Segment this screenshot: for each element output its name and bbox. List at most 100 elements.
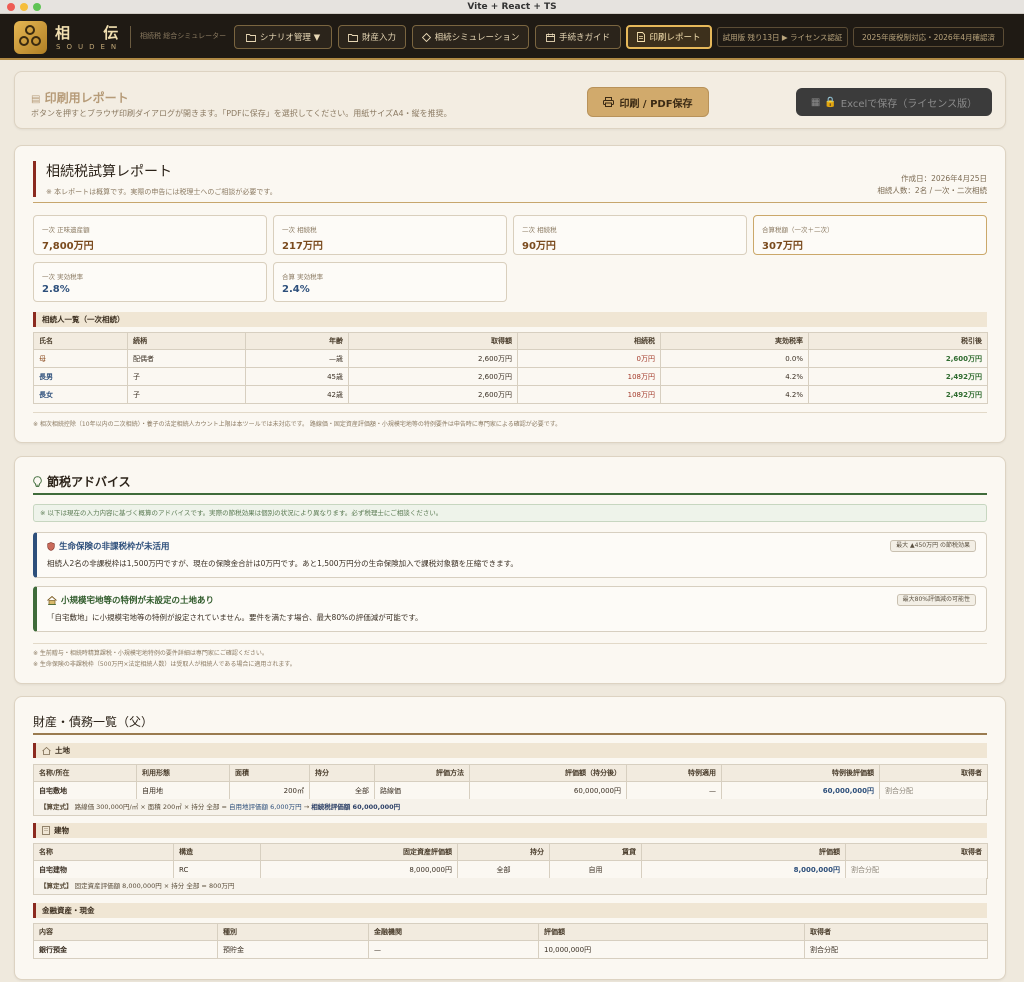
cell: 108万円: [517, 385, 661, 404]
maximize-window-button[interactable]: [33, 3, 41, 11]
lightbulb-icon: [33, 475, 42, 488]
cell: 10,000,000円: [538, 940, 805, 959]
cell: RC: [173, 860, 261, 879]
col-header: 氏名: [33, 332, 128, 350]
cell: 8,000,000円: [641, 860, 846, 879]
cell: 0万円: [517, 349, 661, 368]
nav-scenario-label: シナリオ管理 ▼: [259, 33, 321, 43]
land-table: 名称/所在 利用形態 面積 持分 評価方法 評価額（持分後） 特例適用 特例後評…: [33, 764, 988, 800]
cell: 2,600万円: [348, 367, 518, 386]
advice-footnote-1: ※ 生前贈与・相続時精算課税・小規模宅地特例の要件詳細は専門家にご確認ください。: [33, 650, 268, 657]
spreadsheet-icon: ▦: [810, 96, 821, 108]
assets-title: 財産・債務一覧（父）: [33, 715, 154, 729]
excel-save-button[interactable]: ▦ 🔒 Excelで保存（ライセンス版）: [796, 88, 992, 116]
kpi-value: 2.4%: [282, 284, 310, 295]
calc-prefix: 【算定式】: [40, 803, 73, 811]
cell: 割合分配: [879, 781, 988, 800]
advice-title: 節税アドバイス: [47, 475, 131, 489]
heirs-table: 氏名 続柄 年齢 取得額 相続税 実効税率 税引後 母 配偶者 —歳 2,600…: [33, 332, 988, 404]
col-header: 特例適用: [626, 764, 722, 782]
calc-final: 相続税評価額 60,000,000円: [311, 803, 401, 811]
col-header: 種別: [217, 923, 369, 941]
col-header: 続柄: [127, 332, 246, 350]
print-pdf-label: 印刷 / PDF保存: [619, 98, 693, 110]
cell: 2,600万円: [348, 385, 518, 404]
kpi-label: 一次 相続税: [282, 226, 317, 234]
col-header: 名称: [33, 843, 174, 861]
building-calc-formula: 【算定式】 固定資産評価額 8,000,000円 × 持分 全部 = 800万円: [33, 878, 987, 895]
print-title: ▤ 印刷用レポート: [31, 89, 129, 106]
nav-scenario-button[interactable]: シナリオ管理 ▼: [234, 25, 332, 49]
brand-subtitle: SOUDEN: [56, 43, 123, 51]
kpi-label: 一次 正味遺産額: [42, 226, 90, 234]
col-header: 評価額: [538, 923, 805, 941]
cell: 割合分配: [804, 940, 988, 959]
col-header: 取得額: [348, 332, 518, 350]
divider: [33, 733, 987, 735]
col-header: 取得者: [845, 843, 988, 861]
table-row: 銀行預金 預貯金 — 10,000,000円 割合分配: [33, 940, 988, 959]
tip-title: 小規模宅地等の特例が未設定の土地あり: [61, 596, 215, 606]
building-section-title: 建物: [33, 823, 987, 838]
nav-assets-button[interactable]: 財産入力: [338, 25, 406, 49]
cell: 0.0%: [660, 349, 809, 368]
building-table: 名称 構造 固定資産評価額 持分 賃貸 評価額 取得者 自宅建物 RC 8,00…: [33, 843, 988, 879]
print-description: ボタンを押すとブラウザ印刷ダイアログが開きます。「PDFに保存」を選択してくださ…: [31, 109, 452, 118]
cell: —: [368, 940, 539, 959]
col-header: 固定資産評価額: [260, 843, 458, 861]
cell: 2,492万円: [808, 367, 988, 386]
nav-simulation-button[interactable]: 相続シミュレーション: [412, 25, 529, 49]
document-icon: [637, 32, 646, 42]
print-pdf-button[interactable]: 印刷 / PDF保存: [587, 87, 709, 117]
nav-report-label: 印刷レポート: [649, 33, 701, 43]
cell: 自宅建物: [33, 860, 174, 879]
advice-footnote-2: ※ 生命保険の非課税枠（500万円×法定相続人数）は受取人が相続人である場合に適…: [33, 661, 296, 668]
nav-guide-button[interactable]: 手続きガイド: [535, 25, 621, 49]
brand-name: 相 伝: [55, 24, 133, 42]
trial-license-button[interactable]: 試用版 残り13日 ▶ ライセンス認証: [717, 27, 848, 47]
report-date: 作成日：2026年4月25日: [901, 174, 987, 183]
tip-body: 相続人2名の非課税枠は1,500万円ですが、現在の保険金合計は0万円です。あと1…: [47, 559, 518, 568]
col-header: 名称/所在: [33, 764, 137, 782]
advice-tip-land: 小規模宅地等の特例が未設定の土地あり 「自宅敷地」に小規模宅地等の特例が設定され…: [33, 586, 987, 632]
minimize-window-button[interactable]: [20, 3, 28, 11]
table-row: 長男 子 45歳 2,600万円 108万円 4.2% 2,492万円: [33, 367, 988, 386]
kpi-value: 7,800万円: [42, 241, 94, 252]
nav-report-button[interactable]: 印刷レポート: [626, 25, 712, 49]
land-calc-formula: 【算定式】 路線価 300,000円/㎡ × 面積 200㎡ × 持分 全部 =…: [33, 799, 987, 816]
cell: 45歳: [245, 367, 349, 386]
calc-prefix: 【算定式】: [40, 882, 73, 890]
kpi-card: 一次 実効税率 2.8%: [33, 262, 267, 302]
report-title: 相続税試算レポート: [46, 164, 172, 180]
col-header: 年齢: [245, 332, 349, 350]
col-header: 評価方法: [374, 764, 470, 782]
nav-simulation-label: 相続シミュレーション: [434, 33, 520, 43]
building-title: 建物: [54, 826, 69, 835]
table-row: 自宅建物 RC 8,000,000円 全部 自用 8,000,000円 割合分配: [33, 860, 988, 879]
kpi-card: 二次 相続税 90万円: [513, 215, 747, 255]
print-title-text: 印刷用レポート: [44, 91, 129, 105]
cell: 全部: [457, 860, 550, 879]
cell: 2,492万円: [808, 385, 988, 404]
table-header-row: 氏名 続柄 年齢 取得額 相続税 実効税率 税引後: [33, 332, 988, 350]
report-subtitle: ※ 本レポートは概算です。実際の申告には税理士へのご相談が必要です。: [46, 188, 277, 196]
table-row: 自宅敷地 自用地 200㎡ 全部 路線価 60,000,000円 — 60,00…: [33, 781, 988, 800]
diamond-icon: [421, 32, 431, 42]
cell: 2,600万円: [808, 349, 988, 368]
cell: 子: [127, 385, 246, 404]
calc-body: 固定資産評価額 8,000,000円 × 持分 全部 = 800万円: [74, 882, 235, 890]
cell: 長女: [33, 385, 128, 404]
cell: 200㎡: [229, 781, 310, 800]
folder-icon: [348, 33, 358, 42]
kpi-card: 合算 実効税率 2.4%: [273, 262, 507, 302]
kpi-label: 二次 相続税: [522, 226, 557, 234]
cell: 路線価: [374, 781, 470, 800]
close-window-button[interactable]: [7, 3, 15, 11]
advice-panel: 節税アドバイス ※ 以下は現在の入力内容に基づく概算のアドバイスです。実際の節税…: [14, 456, 1006, 684]
col-header: 内容: [33, 923, 218, 941]
kpi-label: 合算税額（一次＋二次）: [762, 226, 834, 234]
table-header-row: 名称 構造 固定資産評価額 持分 賃貸 評価額 取得者: [33, 843, 988, 861]
cell: 2,600万円: [348, 349, 518, 368]
divider: [33, 493, 987, 495]
table-row: 長女 子 42歳 2,600万円 108万円 4.2% 2,492万円: [33, 385, 988, 404]
